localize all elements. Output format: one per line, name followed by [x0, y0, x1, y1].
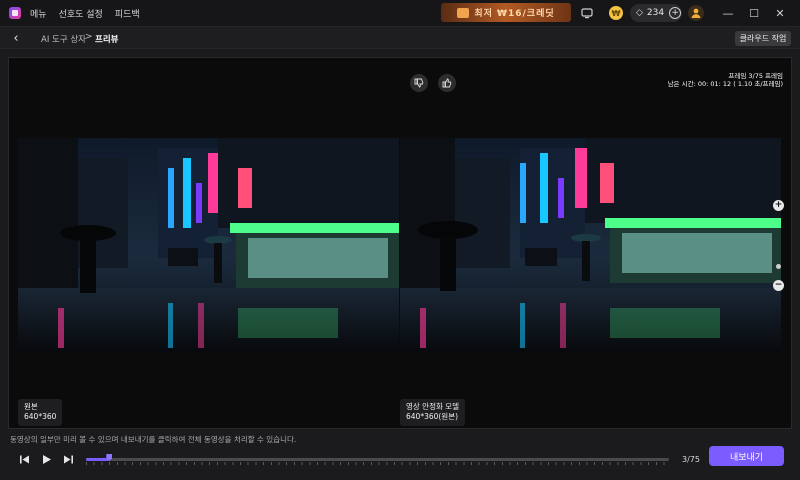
timeline-track[interactable] [86, 454, 669, 461]
model-label-size: 640*360(원본) [406, 412, 459, 421]
breadcrumb-parent[interactable]: AI 도구 상자 [41, 33, 86, 45]
zoom-in-button[interactable]: + [773, 200, 784, 211]
thumbs-up-icon[interactable] [438, 74, 456, 92]
close-button[interactable]: ✕ [767, 0, 793, 26]
credit-count: 234 [646, 8, 665, 18]
remaining-time-text: 남은 시간: 00: 01: 12 ( 1.10 초/프레임) [667, 80, 783, 88]
frame-counter: 3/75 [682, 455, 700, 464]
preview-frame-text: 프레임 3/75 프레임 [728, 72, 783, 80]
zoom-out-button[interactable]: − [773, 280, 784, 291]
original-label-size: 640*360 [24, 412, 57, 421]
minimize-button[interactable]: — [715, 0, 741, 26]
app-logo-icon [9, 7, 21, 19]
playback-controls: 3/75 내보내기 [0, 446, 800, 472]
model-label: 영상 안정화 모델 640*360(원본) [400, 399, 466, 426]
preview-progress-info: 프레임 3/75 프레임 남은 시간: 00: 01: 12 ( 1.10 초/… [668, 72, 783, 88]
diamond-icon: ◇ [636, 8, 643, 18]
user-avatar[interactable] [688, 5, 704, 21]
app-window: 메뉴 선호도 설정 피드백 최저 ₩16/크레딧 ₩ ◇ 234 + — ☐ ✕… [0, 0, 800, 480]
original-label: 원본 640*360 [18, 399, 63, 426]
breadcrumb-separator: > [85, 32, 93, 42]
timeline-progress [86, 458, 110, 461]
back-arrow-icon[interactable]: ‹ [8, 30, 24, 46]
gift-icon [457, 7, 470, 18]
maximize-button[interactable]: ☐ [741, 0, 767, 26]
zoom-slider-handle[interactable] [776, 264, 781, 269]
preview-notice: 동영상의 일부만 미리 볼 수 있으며 내보내기를 클릭하여 전체 동영상을 처… [10, 435, 297, 444]
previous-frame-icon[interactable] [17, 452, 31, 466]
credits-pill: ◇ 234 + [630, 4, 682, 22]
preview-viewer: 프레임 3/75 프레임 남은 시간: 00: 01: 12 ( 1.10 초/… [8, 57, 792, 429]
thumbs-down-icon[interactable] [410, 74, 428, 92]
promo-banner-button[interactable]: 최저 ₩16/크레딧 [441, 3, 571, 22]
menu-item-feedback[interactable]: 피드백 [115, 7, 140, 20]
next-frame-icon[interactable] [61, 452, 75, 466]
promo-text: 최저 ₩16/크레딧 [474, 9, 555, 19]
breadcrumb-current: 프리뷰 [95, 35, 119, 45]
cloud-task-button[interactable]: 클라우드 작업 [735, 31, 791, 46]
menu-item-preferences[interactable]: 선호도 설정 [59, 7, 103, 20]
stabilized-image [400, 138, 781, 353]
zoom-control: + − [773, 200, 785, 292]
coin-icon[interactable]: ₩ [609, 6, 623, 20]
play-icon[interactable] [39, 452, 53, 466]
toolbar: ‹ AI 도구 상자 > 프리뷰 클라우드 작업 [0, 26, 800, 49]
add-credits-button[interactable]: + [669, 7, 682, 19]
original-label-title: 원본 [24, 402, 38, 411]
original-image [18, 138, 399, 353]
menu-item-menu[interactable]: 메뉴 [30, 7, 47, 20]
model-label-title: 영상 안정화 모델 [406, 402, 460, 411]
screen-record-icon[interactable] [580, 6, 594, 20]
timeline-ticks [86, 462, 669, 465]
export-button[interactable]: 내보내기 [709, 446, 784, 466]
